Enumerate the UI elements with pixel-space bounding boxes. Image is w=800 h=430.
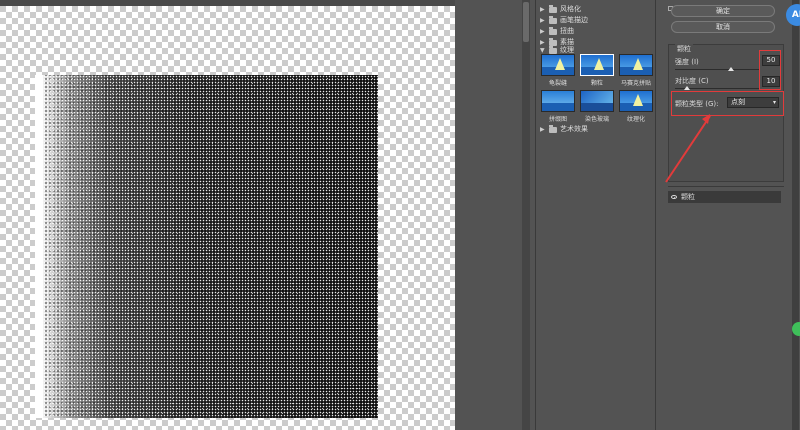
intensity-slider[interactable] <box>675 69 759 70</box>
canvas-scrollbar[interactable] <box>522 0 530 430</box>
filter-thumb-grain[interactable]: 颗粒 <box>580 54 614 87</box>
filter-gallery-window: ▶ 风格化 ▶ 画笔描边 ▶ 扭曲 ▶ 素描 ▼ 纹理 龟裂缝 颗粒 马赛克拼贴… <box>0 0 800 430</box>
folder-icon <box>549 15 557 24</box>
expand-arrow-icon: ▶ <box>540 125 545 133</box>
visibility-eye-icon[interactable] <box>671 195 677 199</box>
effect-layer-row[interactable]: 颗粒 <box>668 191 781 203</box>
filter-list-panel: ▶ 风格化 ▶ 画笔描边 ▶ 扭曲 ▶ 素描 ▼ 纹理 龟裂缝 颗粒 马赛克拼贴… <box>535 0 655 430</box>
folder-open-icon <box>549 45 557 54</box>
folder-icon <box>549 26 557 35</box>
effect-layer-label: 颗粒 <box>681 193 695 201</box>
effect-layers-panel: 颗粒 <box>668 186 784 430</box>
category-distort[interactable]: ▶ 扭曲 <box>540 26 574 37</box>
intensity-slider-handle[interactable] <box>728 67 734 71</box>
category-artistic[interactable]: ▶ 艺术效果 <box>540 124 588 135</box>
folder-icon <box>549 4 557 13</box>
ai-assistant-badge[interactable]: AI <box>786 4 800 26</box>
contrast-slider-handle[interactable] <box>684 86 690 90</box>
highlight-box-values <box>759 50 781 90</box>
expand-arrow-icon: ▶ <box>540 27 545 35</box>
intensity-label: 强度 (I) <box>675 58 699 66</box>
preview-canvas <box>0 0 455 430</box>
collapse-arrow-icon: ▼ <box>540 46 545 54</box>
panel-scrollbar[interactable] <box>792 0 799 430</box>
cancel-button[interactable]: 取消 <box>671 21 775 33</box>
folder-icon <box>549 124 557 133</box>
filter-thumb-texturizer[interactable]: 纹理化 <box>619 90 653 123</box>
filter-thumb-craquelure[interactable]: 龟裂缝 <box>541 54 575 87</box>
expand-arrow-icon: ▶ <box>540 5 545 13</box>
settings-panel: 确定 取消 颗粒 强度 (I) 50 对比度 (C) 10 颗粒类型 (G): … <box>655 0 800 430</box>
filter-thumb-stained-glass[interactable]: 染色玻璃 <box>580 90 614 123</box>
category-brush-strokes[interactable]: ▶ 画笔描边 <box>540 15 588 26</box>
settings-title: 颗粒 <box>675 44 693 54</box>
expand-arrow-icon: ▶ <box>540 16 545 24</box>
filter-thumb-patchwork[interactable]: 拼缀图 <box>541 90 575 123</box>
ok-button[interactable]: 确定 <box>671 5 775 17</box>
grain-preview-image <box>35 75 378 418</box>
category-stylize[interactable]: ▶ 风格化 <box>540 4 581 15</box>
contrast-label: 对比度 (C) <box>675 77 709 85</box>
filter-thumb-mosaic-tiles[interactable]: 马赛克拼贴 <box>619 54 653 87</box>
canvas-top-bar <box>0 0 455 6</box>
annotation-arrow-icon <box>665 114 711 183</box>
floating-action-dot[interactable] <box>792 322 800 336</box>
